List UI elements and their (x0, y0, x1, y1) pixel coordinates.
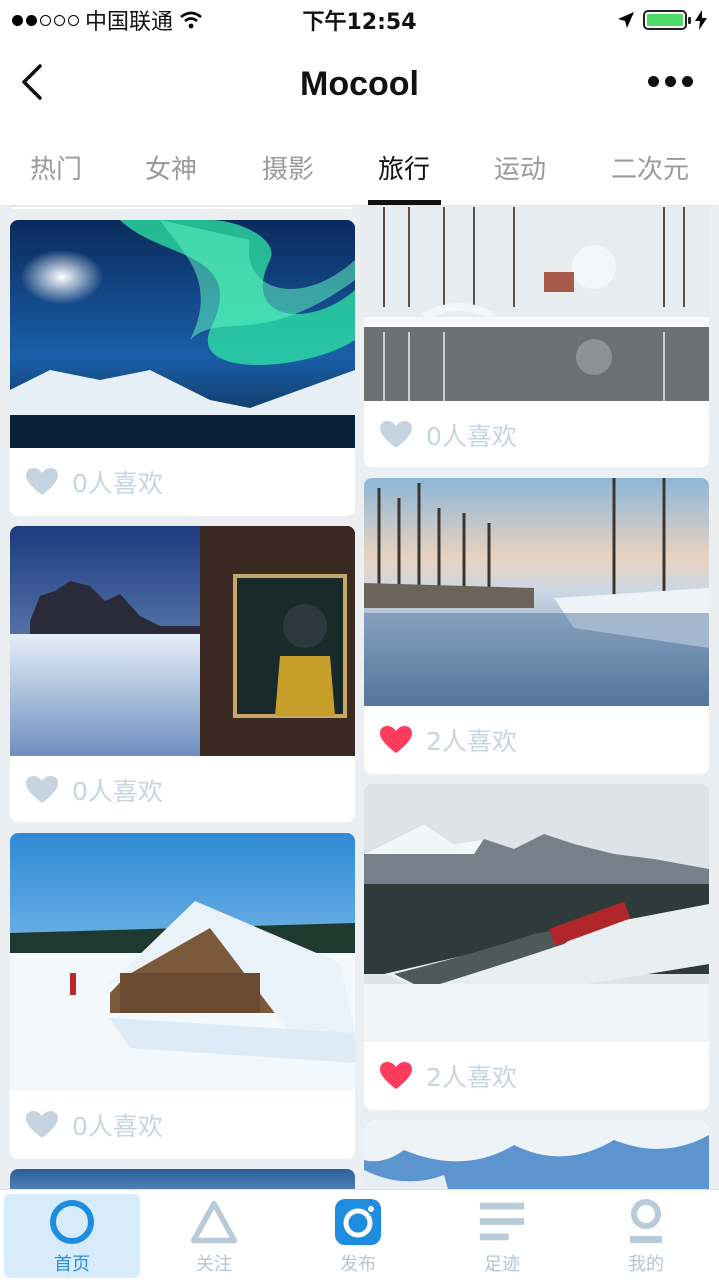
status-bar: 中国联通 下午12:54 (0, 0, 719, 40)
likes-row: 0人喜欢 (10, 448, 355, 516)
bottom-tab-publish[interactable]: 发布 (290, 1194, 426, 1278)
likes-count: 0人喜欢 (72, 469, 163, 498)
photo-partial (10, 1169, 355, 1189)
back-button[interactable] (18, 62, 48, 102)
feed-card[interactable]: 0人喜欢 (364, 207, 709, 467)
feed-card[interactable]: 0人喜欢 (10, 220, 355, 516)
battery-icon (643, 10, 691, 30)
likes-count: 0人喜欢 (72, 1112, 163, 1141)
heart-icon[interactable] (26, 468, 58, 496)
chalet-image (10, 833, 355, 1091)
likes-count: 0人喜欢 (72, 777, 163, 806)
heart-icon[interactable] (380, 421, 412, 449)
feed-card[interactable]: 2人喜欢 (364, 478, 709, 774)
likes-row: 0人喜欢 (10, 1091, 355, 1159)
likes-row: 0人喜欢 (364, 401, 709, 467)
tab-anime[interactable]: 二次元 (590, 128, 710, 206)
photo-feed[interactable]: 0人喜欢 0人喜欢 0人喜欢 0人喜欢 2人喜欢 2人喜欢 (0, 207, 719, 1189)
tab-goddess[interactable]: 女神 (115, 128, 227, 206)
likes-row: 0人喜欢 (10, 756, 355, 822)
bottom-tab-label: 发布 (340, 1254, 376, 1275)
bottom-tab-bar: 首页 关注 发布 足迹 我的 (0, 1189, 719, 1280)
cabin-window-image (10, 526, 355, 756)
photo-aurora[interactable] (10, 220, 355, 448)
person-icon (622, 1198, 670, 1246)
charging-bolt-icon (695, 10, 707, 30)
bottom-tab-follow[interactable]: 关注 (146, 1194, 282, 1278)
more-options-button[interactable] (648, 76, 693, 87)
category-tabs: 热门 女神 摄影 旅行 运动 二次元 (0, 128, 719, 206)
feed-card[interactable]: 0人喜欢 (10, 833, 355, 1159)
feed-card-partial[interactable] (10, 207, 355, 209)
status-left: 中国联通 (12, 4, 617, 36)
feed-card-partial[interactable] (10, 1169, 355, 1189)
tab-hot[interactable]: 热门 (0, 128, 112, 206)
bottom-tab-footprint[interactable]: 足迹 (434, 1194, 570, 1278)
tab-travel[interactable]: 旅行 (348, 128, 460, 206)
bottom-tab-label: 首页 (54, 1254, 90, 1275)
likes-row: 2人喜欢 (364, 1042, 709, 1110)
photo-snowy-park[interactable] (364, 207, 709, 401)
likes-row: 2人喜欢 (364, 706, 709, 774)
status-right (617, 10, 707, 30)
bottom-tab-mine[interactable]: 我的 (578, 1194, 714, 1278)
navigation-bar: Mocool (0, 40, 719, 128)
signal-strength-icon (12, 14, 79, 26)
snowy-park-image (364, 207, 709, 401)
photo-mountain-train[interactable] (364, 784, 709, 1042)
heart-icon[interactable] (26, 1111, 58, 1139)
bottom-tab-label: 关注 (196, 1254, 232, 1275)
snowy-branches-image (364, 1120, 709, 1189)
aurora-image (10, 220, 355, 448)
page-title: Mocool (300, 64, 419, 103)
tab-sports[interactable]: 运动 (464, 128, 576, 206)
chevron-left-icon (22, 64, 42, 100)
feed-card[interactable]: 2人喜欢 (364, 784, 709, 1110)
photo-cabin-window[interactable] (10, 526, 355, 756)
mountain-train-image (364, 784, 709, 1042)
tab-photography[interactable]: 摄影 (232, 128, 344, 206)
photo-frozen-river[interactable] (364, 478, 709, 706)
likes-count: 2人喜欢 (426, 727, 517, 756)
frozen-river-image (364, 478, 709, 706)
triangle-icon (190, 1198, 238, 1246)
photo-chalet[interactable] (10, 833, 355, 1091)
more-dot-icon (648, 76, 659, 87)
feed-card-partial[interactable] (364, 1120, 709, 1189)
more-dot-icon (682, 76, 693, 87)
wifi-icon (180, 11, 202, 29)
likes-count: 0人喜欢 (426, 422, 517, 451)
feed-card[interactable]: 0人喜欢 (10, 526, 355, 822)
bottom-tab-label: 我的 (628, 1254, 664, 1275)
bottom-tab-label: 足迹 (484, 1254, 520, 1275)
heart-icon[interactable] (26, 776, 58, 804)
location-arrow-icon (618, 12, 634, 28)
bottom-tab-home[interactable]: 首页 (4, 1194, 140, 1278)
home-ring-icon (48, 1198, 96, 1246)
heart-icon-liked[interactable] (380, 1062, 412, 1090)
camera-icon (334, 1198, 382, 1246)
heart-icon-liked[interactable] (380, 726, 412, 754)
active-tab-indicator (368, 200, 441, 205)
likes-count: 2人喜欢 (426, 1063, 517, 1092)
more-dot-icon (665, 76, 676, 87)
lines-icon (478, 1198, 526, 1246)
carrier-name: 中国联通 (85, 10, 174, 35)
